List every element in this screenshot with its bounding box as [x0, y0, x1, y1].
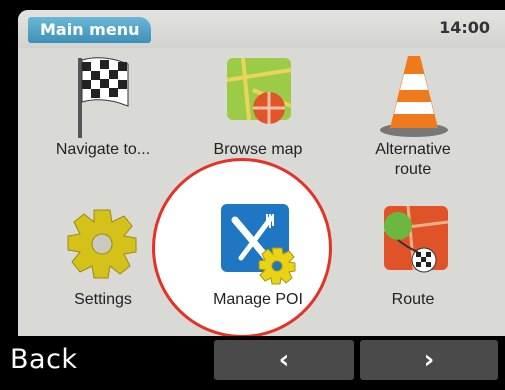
menu-item-alternative-route[interactable]: Alternative route [338, 50, 488, 180]
menu-item-manage-poi[interactable]: Manage POI [183, 200, 333, 310]
menu-item-label: Browse map [213, 141, 303, 158]
menu-item-route[interactable]: Route [338, 200, 488, 310]
title-bar: Main menu 14:00 [18, 10, 505, 48]
menu-item-label: Route [391, 291, 435, 308]
traffic-cone-icon [380, 56, 448, 137]
menu-item-label-line-2: route [394, 161, 432, 178]
page-title: Main menu [28, 17, 152, 43]
route-map-icon [383, 205, 449, 273]
map-icon [226, 57, 292, 124]
menu-item-browse-map[interactable]: Browse map [183, 50, 333, 160]
checkered-flag-icon [78, 57, 129, 138]
gear-icon [67, 209, 137, 279]
main-menu-screen: Main menu 14:00 Navigate to... Browse ma… [18, 10, 505, 336]
menu-item-label-line-1: Alternative [375, 141, 451, 158]
menu-item-navigate-to[interactable]: Navigate to... [28, 50, 178, 160]
menu-item-label: Manage POI [213, 291, 303, 308]
clock: 14:00 [439, 18, 490, 37]
previous-page-button[interactable]: ‹ [214, 340, 354, 380]
menu-item-label: Settings [74, 291, 132, 308]
menu-item-label: Navigate to... [55, 141, 151, 158]
back-button[interactable]: Back [10, 344, 78, 375]
menu-item-settings[interactable]: Settings [28, 200, 178, 310]
next-page-button[interactable]: › [360, 340, 498, 380]
poi-knife-fork-icon [221, 204, 296, 285]
